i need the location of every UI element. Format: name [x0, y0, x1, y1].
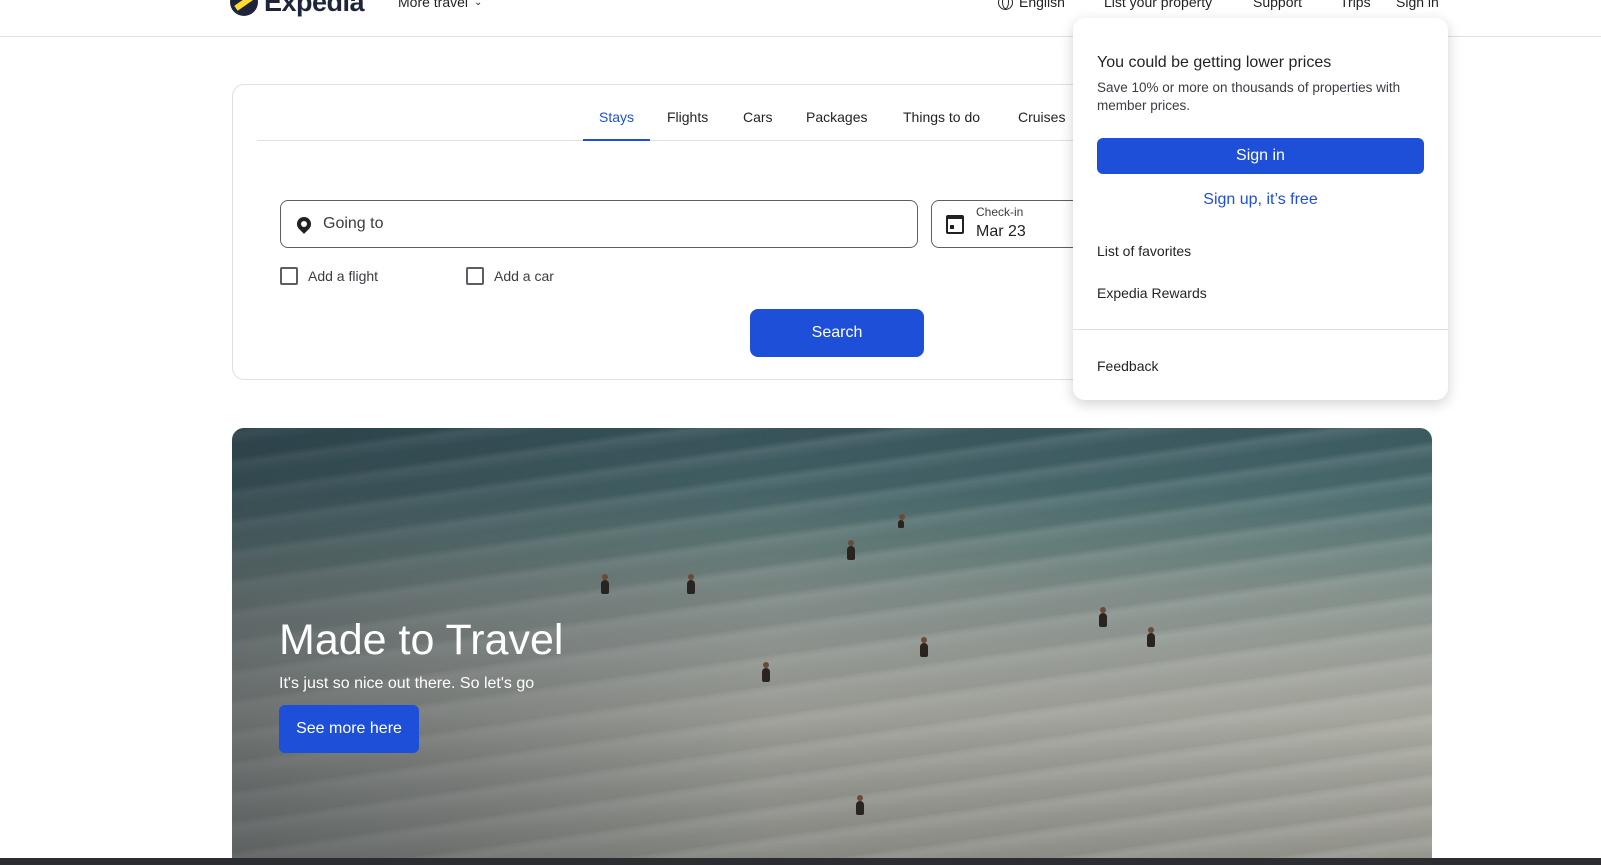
feedback-link[interactable]: Feedback	[1097, 358, 1158, 374]
tab-cars[interactable]: Cars	[743, 109, 773, 141]
list-property-link[interactable]: List your property	[1104, 0, 1212, 10]
swimmer	[898, 514, 905, 528]
chevron-down-icon: ⌄	[474, 0, 483, 8]
globe-icon	[998, 0, 1013, 10]
swimmer	[920, 637, 928, 657]
swimmer	[1099, 607, 1107, 627]
calendar-icon	[946, 215, 964, 234]
swimmer	[856, 795, 864, 815]
hero-title: Made to Travel	[279, 616, 564, 664]
language-label: English	[1019, 0, 1065, 10]
hero-subtitle: It's just so nice out there. So let's go	[279, 675, 535, 692]
swimmer	[1147, 627, 1155, 647]
see-more-button[interactable]: See more here	[279, 705, 419, 753]
dropdown-title: You could be getting lower prices	[1097, 54, 1332, 71]
add-flight-checkbox[interactable]	[280, 267, 298, 285]
swimmer	[762, 662, 770, 682]
going-to-field[interactable]: Going to	[280, 200, 918, 248]
swimmer	[847, 540, 855, 560]
sign-in-label: Sign in	[1396, 0, 1439, 10]
check-in-value: Mar 23	[976, 223, 1026, 240]
swimmer	[601, 574, 609, 594]
tab-stays[interactable]: Stays	[583, 109, 651, 141]
add-car-option[interactable]: Add a car	[466, 267, 554, 285]
bottom-bar	[0, 858, 1601, 865]
hero-banner: Made to Travel It's just so nice out the…	[232, 428, 1432, 865]
tab-packages[interactable]: Packages	[806, 109, 867, 141]
sign-in-link[interactable]: Sign in	[1396, 0, 1439, 10]
support-label: Support	[1253, 0, 1303, 10]
tab-cruises[interactable]: Cruises	[1018, 109, 1065, 141]
add-car-label: Add a car	[494, 268, 554, 284]
favorites-link[interactable]: List of favorites	[1097, 243, 1191, 259]
dropdown-description: Save 10% or more on thousands of propert…	[1097, 80, 1401, 113]
support-link[interactable]: Support	[1253, 0, 1302, 10]
add-flight-label: Add a flight	[308, 268, 379, 284]
list-property-label: List your property	[1104, 0, 1213, 10]
swimmer	[687, 574, 695, 594]
logo-text: Expedia	[264, 0, 365, 17]
tab-flights[interactable]: Flights	[667, 109, 708, 141]
trips-label: Trips	[1340, 0, 1371, 10]
add-flight-option[interactable]: Add a flight	[280, 267, 378, 285]
trips-link[interactable]: Trips	[1340, 0, 1371, 10]
language-selector[interactable]: English	[998, 0, 1065, 10]
sign-up-link[interactable]: Sign up, it’s free	[1097, 191, 1424, 209]
dropdown-sign-in-button[interactable]: Sign in	[1097, 138, 1424, 174]
expedia-logo-icon	[230, 0, 258, 16]
going-to-placeholder: Going to	[323, 215, 384, 232]
expedia-logo[interactable]: Expedia	[230, 0, 365, 17]
add-car-checkbox[interactable]	[466, 267, 484, 285]
more-travel-label: More travel	[398, 0, 469, 10]
rewards-link[interactable]: Expedia Rewards	[1097, 285, 1207, 301]
dropdown-divider	[1073, 329, 1448, 330]
sign-in-dropdown: You could be getting lower prices Save 1…	[1073, 18, 1448, 400]
map-pin-icon	[294, 214, 314, 234]
check-in-label: Check-in	[976, 205, 1024, 219]
tab-things-to-do[interactable]: Things to do	[903, 109, 980, 141]
more-travel-menu[interactable]: More travel ⌄	[398, 0, 482, 10]
search-button[interactable]: Search	[750, 309, 924, 357]
